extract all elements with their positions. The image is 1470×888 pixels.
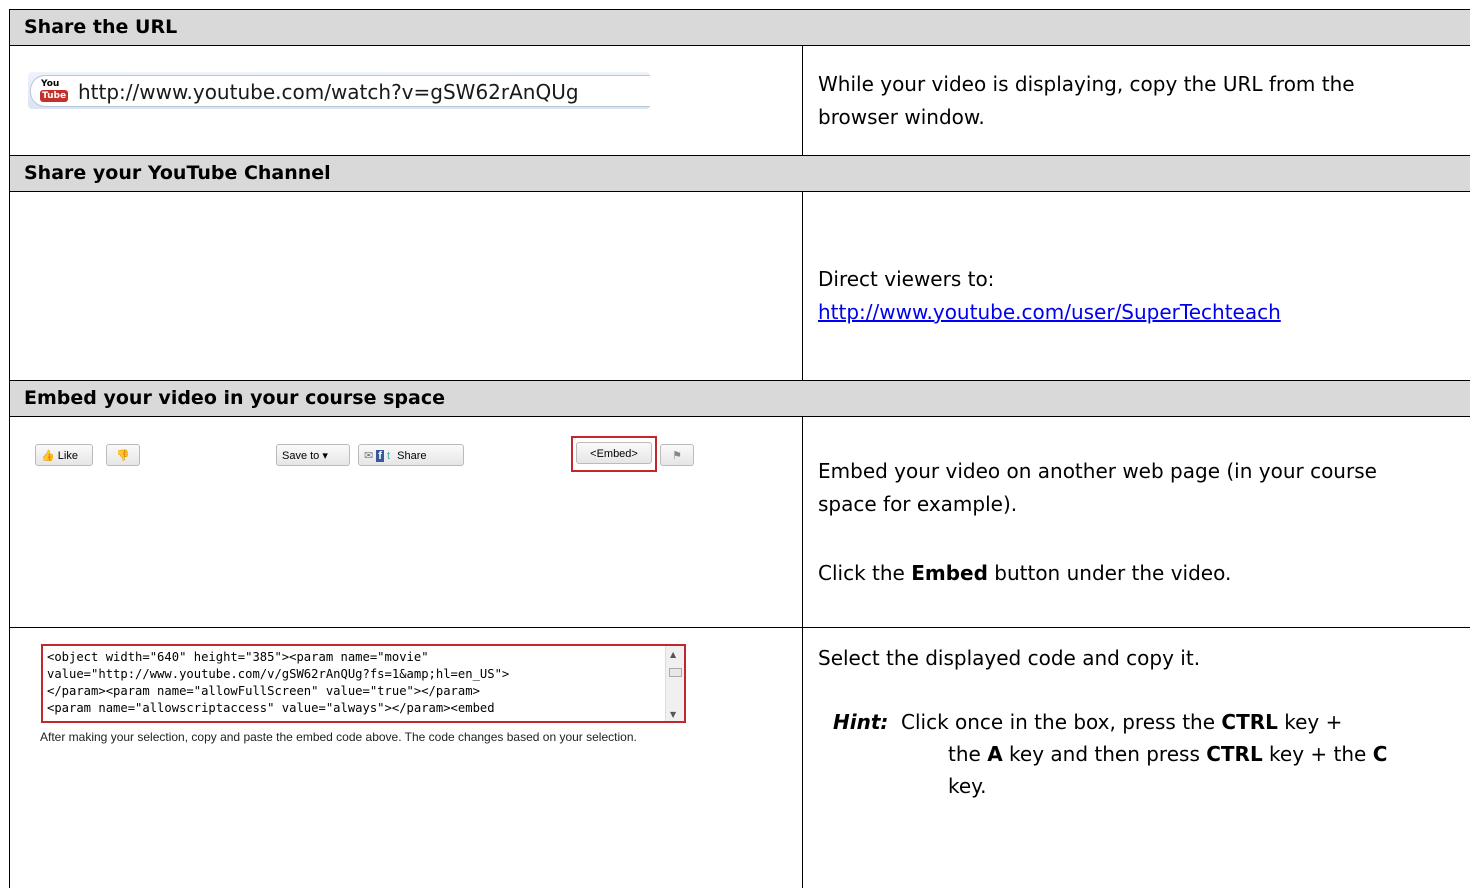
code-line: </param><param name="allowFullScreen" va…: [47, 684, 480, 698]
share-channel-row: Direct viewers to: http://www.youtube.co…: [9, 192, 1470, 381]
code-line: <param name="allowscriptaccess" value="a…: [47, 701, 495, 715]
url-text: http://www.youtube.com/watch?v=gSW62rAnQ…: [78, 80, 579, 104]
scroll-thumb[interactable]: [669, 668, 682, 677]
instruction-cell: Select the displayed code and copy it. H…: [802, 628, 1470, 888]
copy-code-row: <object width="640" height="385"><param …: [9, 628, 1470, 888]
email-icon: ✉: [364, 450, 374, 462]
browser-address-bar[interactable]: You Tube http://www.youtube.com/watch?v=…: [28, 72, 650, 109]
embed-button[interactable]: <Embed>: [576, 442, 652, 464]
twitter-icon: t: [387, 450, 391, 462]
scroll-down-icon[interactable]: ▼: [670, 710, 676, 719]
instruction-cell: While your video is displaying, copy the…: [802, 46, 1470, 155]
share-url-row: You Tube http://www.youtube.com/watch?v=…: [9, 46, 1470, 156]
section-title: Embed your video in your course space: [24, 387, 445, 409]
embed-code-textarea[interactable]: <object width="640" height="385"><param …: [41, 644, 686, 723]
thumbs-up-icon: 👍: [41, 450, 55, 462]
facebook-icon: f: [376, 450, 384, 462]
instruction-cell: Direct viewers to: http://www.youtube.co…: [802, 192, 1470, 380]
screenshot-cell: You Tube http://www.youtube.com/watch?v=…: [10, 46, 802, 155]
section-title: Share the URL: [24, 16, 178, 38]
scroll-up-icon[interactable]: ▲: [670, 650, 676, 659]
instruction-text: Embed your video on another web page (in…: [818, 459, 1377, 516]
instruction-text: Select the displayed code and copy it.: [818, 646, 1201, 670]
section-header-embed: Embed your video in your course space: [9, 381, 1470, 417]
dislike-button[interactable]: 👎: [106, 444, 140, 466]
code-line: value="http://www.youtube.com/v/gSW62rAn…: [47, 667, 510, 681]
hint-line-1: Click once in the box, press the CTRL ke…: [901, 710, 1343, 734]
code-line: <object width="640" height="385"><param …: [47, 650, 429, 664]
instruction-text: While your video is displaying, copy the…: [818, 72, 1355, 129]
embed-caption: After making your selection, copy and pa…: [40, 730, 637, 744]
youtube-logo-icon: You Tube: [40, 79, 69, 102]
embed-row: 👍 Like 👎 Save to ▾ ✉ f t Share <Embed> ⚑: [9, 417, 1470, 628]
hint-line-3: key.: [948, 774, 987, 798]
caret-down-icon: ▾: [322, 450, 328, 462]
section-header-share-channel: Share your YouTube Channel: [9, 156, 1470, 192]
thumbs-down-icon: 👎: [116, 450, 130, 462]
save-to-button[interactable]: Save to ▾: [276, 444, 350, 466]
instruction-text: Click the Embed button under the video.: [818, 561, 1232, 585]
channel-link[interactable]: http://www.youtube.com/user/SuperTechtea…: [818, 300, 1281, 324]
screenshot-cell: 👍 Like 👎 Save to ▾ ✉ f t Share <Embed> ⚑: [10, 417, 802, 627]
screenshot-cell: [10, 192, 802, 380]
instruction-cell: Embed your video on another web page (in…: [802, 417, 1470, 627]
code-scrollbar[interactable]: ▲ ▼: [665, 646, 684, 721]
flag-button[interactable]: ⚑: [660, 444, 694, 466]
flag-icon: ⚑: [672, 450, 682, 462]
share-button[interactable]: ✉ f t Share: [358, 444, 464, 466]
like-button[interactable]: 👍 Like: [35, 444, 93, 466]
hint-line-2: the A key and then press CTRL key + the …: [948, 742, 1388, 766]
section-header-share-url: Share the URL: [9, 9, 1470, 46]
instruction-text: Direct viewers to:: [818, 267, 995, 291]
screenshot-cell: <object width="640" height="385"><param …: [10, 628, 802, 888]
section-title: Share your YouTube Channel: [24, 162, 331, 184]
